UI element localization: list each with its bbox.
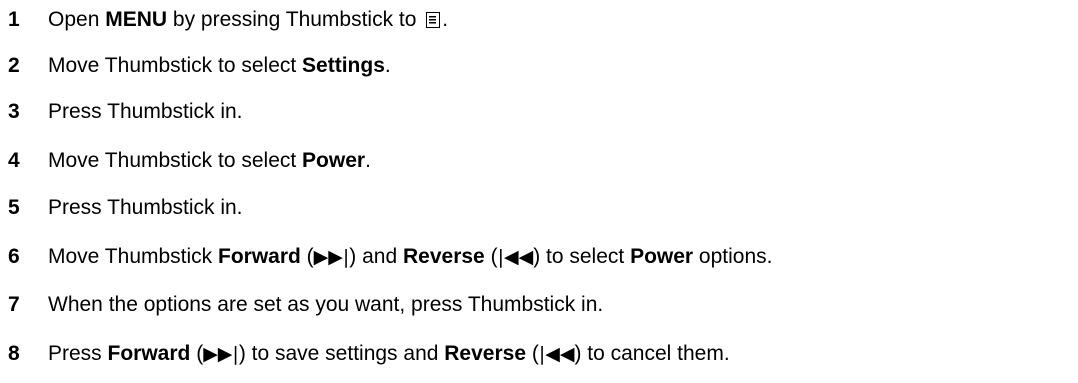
step-text: Press Thumbstick in.: [48, 100, 243, 124]
text-run: (: [526, 342, 539, 365]
bold-term: Reverse: [444, 342, 526, 365]
step-text: Move Thumbstick to select Settings.: [48, 54, 391, 78]
bold-term: Power: [302, 149, 366, 172]
text-run: Open: [48, 8, 106, 31]
bold-term: Settings: [302, 54, 385, 77]
instruction-steps: 1 Open MENU by pressing Thumbstick to . 2 M…: [0, 0, 1078, 383]
step-4: 4 Move Thumbstick to select Power.: [0, 141, 371, 181]
step-6: 6 Move Thumbstick Forward (▶▶|) and Rever…: [0, 237, 772, 277]
step-8: 8 Press Forward (▶▶|) to save settings an…: [0, 334, 730, 374]
text-run: (: [190, 342, 204, 365]
bold-term: Forward: [107, 342, 191, 365]
step-number: 4: [8, 149, 20, 172]
text-run: ) to cancel them.: [574, 342, 730, 365]
step-number: 2: [8, 54, 20, 77]
text-run: Move Thumbstick: [48, 245, 218, 268]
step-number: 6: [8, 245, 20, 268]
step-number: 5: [8, 196, 20, 219]
step-7: 7 When the options are set as you want, p…: [0, 285, 603, 325]
bold-term: Reverse: [403, 245, 485, 268]
step-text: Move Thumbstick to select Power.: [48, 149, 371, 173]
menu-list-icon: [426, 12, 441, 28]
step-text: Move Thumbstick Forward (▶▶|) and Revers…: [48, 245, 772, 269]
step-number: 1: [8, 8, 20, 31]
step-3: 3 Press Thumbstick in.: [0, 92, 243, 132]
step-text: Open MENU by pressing Thumbstick to .: [48, 8, 448, 32]
step-5: 5 Press Thumbstick in.: [0, 188, 243, 228]
step-text: Press Thumbstick in.: [48, 196, 243, 220]
step-number: 8: [8, 342, 20, 365]
step-text: Press Forward (▶▶|) to save settings and…: [48, 342, 730, 366]
text-run: .: [384, 54, 391, 77]
text-run: When the options are set as you want, pr…: [48, 293, 604, 316]
text-run: Move Thumbstick to select: [48, 149, 303, 172]
bold-term: Power: [630, 245, 694, 268]
step-number: 3: [8, 100, 20, 123]
text-run: ) to save settings and: [238, 342, 445, 365]
step-2: 2 Move Thumbstick to select Settings.: [0, 46, 391, 86]
text-run: .: [442, 8, 449, 31]
text-run: by pressing Thumbstick to: [167, 8, 423, 31]
text-run: Press: [48, 342, 108, 365]
transport-control-icon: ▶▶|: [313, 246, 350, 268]
text-run: Press Thumbstick in.: [48, 100, 243, 123]
text-run: options.: [693, 245, 773, 268]
text-run: Press Thumbstick in.: [48, 196, 243, 219]
text-run: Move Thumbstick to select: [48, 54, 303, 77]
transport-control-icon: |◀◀: [497, 246, 534, 268]
text-run: ) to select: [533, 245, 631, 268]
step-text: When the options are set as you want, pr…: [48, 293, 603, 317]
text-run: (: [300, 245, 314, 268]
bold-term: MENU: [105, 8, 168, 31]
transport-control-icon: ▶▶|: [203, 343, 239, 365]
text-run: .: [365, 149, 371, 172]
step-1: 1 Open MENU by pressing Thumbstick to .: [0, 0, 448, 40]
transport-control-icon: |◀◀: [538, 343, 575, 365]
text-run: ) and: [349, 245, 403, 268]
text-run: (: [484, 245, 498, 268]
step-number: 7: [8, 293, 20, 316]
bold-term: Forward: [218, 245, 301, 268]
